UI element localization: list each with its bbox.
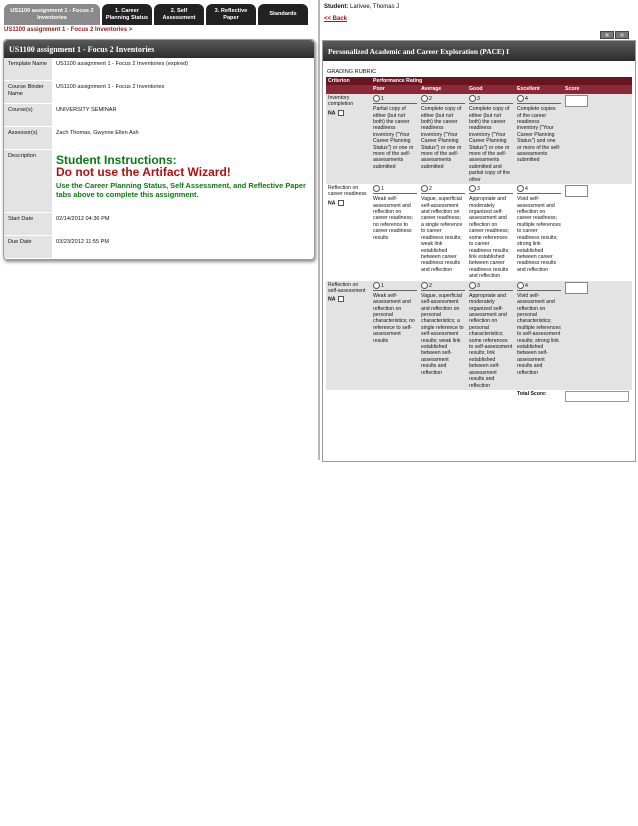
rubric-levels-row: Poor Average Good Excellent Score [326, 85, 633, 94]
rating-radio[interactable] [373, 184, 380, 192]
rating-radio[interactable] [469, 281, 476, 289]
instructions-heading: Student Instructions: [56, 153, 177, 167]
rubric-title: GRADING RUBRIC [327, 69, 377, 75]
print-buttons: ▤ ▥ [600, 31, 629, 39]
breadcrumb[interactable]: US1100 assignment 1 - Focus 2 Inventorie… [4, 27, 132, 33]
rating-radio[interactable] [469, 94, 476, 102]
tab-bar: US1100 assignment 1 - Focus 2 Inventorie… [4, 4, 310, 25]
assignment-card: US1100 assignment 1 - Focus 2 Inventorie… [3, 39, 315, 260]
instructions-warning: Do not use the Artifact Wizard! [56, 164, 231, 179]
rubric-table: Criterion Performance Rating Poor Averag… [326, 77, 633, 403]
pane-divider[interactable] [318, 0, 320, 460]
print-icon[interactable]: ▤ [600, 31, 614, 39]
export-icon[interactable]: ▥ [615, 31, 629, 39]
pace-panel: Personalized Academic and Career Explora… [322, 40, 636, 462]
score-input[interactable] [565, 94, 588, 107]
score-input[interactable] [565, 184, 588, 197]
row-template-name: Template Name US1100 assignment 1 - Focu… [4, 58, 314, 81]
tab-focus-2-inventories[interactable]: US1100 assignment 1 - Focus 2 Inventorie… [4, 4, 100, 25]
tab-reflective-paper[interactable]: 3. Reflective Paper [206, 4, 256, 25]
score-input[interactable] [565, 281, 588, 294]
row-courses: Course(s) UNIVERSITY SEMINAR [4, 104, 314, 127]
tab-career-planning-status[interactable]: 1. Career Planning Status [102, 4, 152, 25]
rubric-row-self-assessment: Reflection on self-assessment NA 1 Weak se… [326, 280, 633, 390]
row-due-date: Due Date 03/23/2012 11:55 PM [4, 236, 314, 259]
row-course-binder-name: Course Binder Name US1100 assignment 1 -… [4, 81, 314, 104]
rubric-row-inventory-completion: Inventory completion NA 1 Partial copy of … [326, 93, 633, 184]
card-title: US1100 assignment 1 - Focus 2 Inventorie… [4, 40, 314, 58]
rubric-row-career-readiness: Reflection on career readiness NA 1 Weak s… [326, 183, 633, 281]
rating-radio[interactable] [517, 184, 524, 192]
rating-radio[interactable] [373, 281, 380, 289]
rating-radio[interactable] [469, 184, 476, 192]
rating-radio[interactable] [421, 281, 428, 289]
rating-radio[interactable] [517, 94, 524, 102]
rating-radio[interactable] [373, 94, 380, 102]
back-link[interactable]: << Back [324, 16, 347, 22]
rating-radio[interactable] [421, 94, 428, 102]
na-checkbox[interactable] [337, 296, 344, 303]
tab-self-assessment[interactable]: 2. Self Assessment [154, 4, 204, 25]
row-description: Description Student Instructions: Do not… [4, 150, 314, 213]
total-score-label: Total Score: [515, 389, 563, 403]
na-checkbox[interactable] [337, 199, 344, 206]
row-assessors: Assessor(s) Zach Thomas, Gwynne Ellen As… [4, 127, 314, 150]
total-score-field [565, 390, 629, 402]
na-checkbox[interactable] [337, 109, 344, 116]
pace-title: Personalized Academic and Career Explora… [323, 41, 635, 61]
tab-standards[interactable]: Standards [258, 4, 308, 25]
row-start-date: Start Date 02/14/2012 04:36 PM [4, 213, 314, 236]
total-score-row: Total Score: [326, 389, 633, 403]
instructions-body: Use the Career Planning Status, Self Ass… [56, 181, 306, 200]
rating-radio[interactable] [421, 184, 428, 192]
rating-radio[interactable] [517, 281, 524, 289]
rubric-header-row: Criterion Performance Rating [326, 77, 633, 86]
student-name: Student: Larivee, Thomas J [324, 4, 400, 10]
